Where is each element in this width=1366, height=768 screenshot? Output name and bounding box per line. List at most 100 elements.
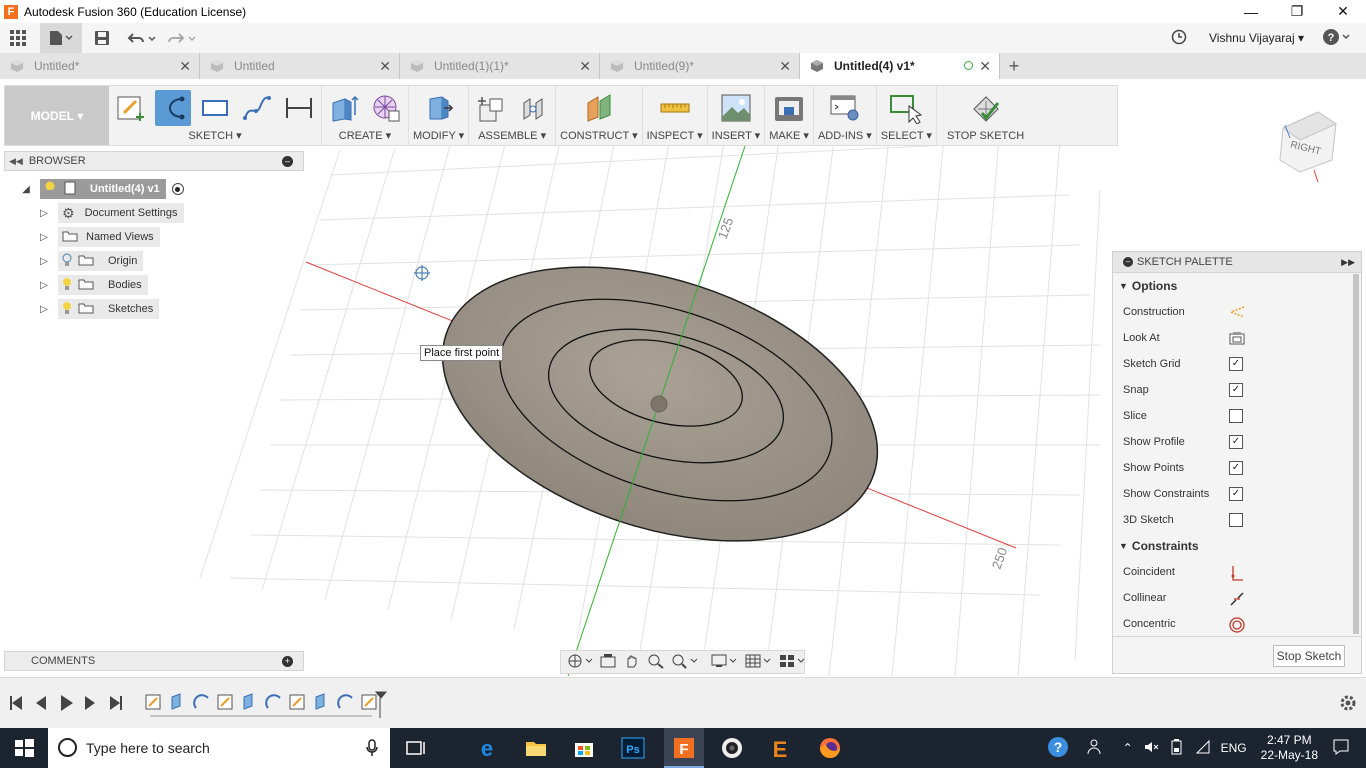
show-profile-checkbox[interactable]: ✓ <box>1229 435 1243 449</box>
insert-menu[interactable]: INSERT ▾ <box>712 130 761 145</box>
minimize-button[interactable]: — <box>1228 0 1274 23</box>
browser-item-sketches[interactable]: ▷ Sketches <box>38 299 160 319</box>
browser-root-node[interactable]: Untitled(4) v1 <box>40 179 166 199</box>
named-views-node[interactable]: Named Views <box>58 227 160 247</box>
e-app-icon[interactable]: E <box>768 736 792 762</box>
stop-sketch-icon[interactable] <box>968 90 1004 126</box>
browser-panel-header[interactable]: ◀◀ BROWSER – <box>4 151 304 171</box>
fit-zoom-icon[interactable] <box>671 653 699 672</box>
option-show-points[interactable]: Show Points ✓ <box>1113 455 1361 481</box>
option-snap[interactable]: Snap ✓ <box>1113 377 1361 403</box>
windows-start-icon[interactable] <box>12 736 36 760</box>
workspace-switcher[interactable]: MODEL ▾ <box>5 86 109 145</box>
lightbulb-icon[interactable] <box>44 181 56 198</box>
collapse-browser-icon[interactable]: ◀◀ <box>9 156 23 167</box>
redo-icon[interactable] <box>162 23 202 53</box>
look-at-nav-icon[interactable] <box>599 653 617 672</box>
file-explorer-icon[interactable] <box>524 736 548 760</box>
add-comment-icon[interactable]: + <box>282 656 293 667</box>
expand-arrow-icon[interactable]: ▷ <box>38 208 50 219</box>
close-tab-icon[interactable]: ✕ <box>979 58 991 75</box>
lightbulb-icon[interactable] <box>62 301 72 318</box>
expand-arrow-icon[interactable]: ▷ <box>38 304 50 315</box>
stop-sketch-button[interactable]: STOP SKETCH <box>947 130 1024 145</box>
lightbulb-off-icon[interactable] <box>62 253 72 270</box>
user-account-menu[interactable]: Vishnu Vijayaraj ▾ <box>1209 31 1304 45</box>
make-menu[interactable]: MAKE ▾ <box>769 130 809 145</box>
show-hidden-icons-chevron-icon[interactable]: ⌃ <box>1123 741 1133 755</box>
construction-icon[interactable] <box>1228 305 1245 319</box>
assemble-menu[interactable]: ASSEMBLE ▾ <box>478 130 546 145</box>
close-tab-icon[interactable]: ✕ <box>179 58 191 75</box>
addins-menu[interactable]: ADD-INS ▾ <box>818 130 872 145</box>
microphone-icon[interactable] <box>366 739 378 760</box>
rectangle-tool-icon[interactable] <box>197 90 233 126</box>
show-points-checkbox[interactable]: ✓ <box>1229 461 1243 475</box>
inspect-menu[interactable]: INSPECT ▾ <box>647 130 703 145</box>
grid-settings-icon[interactable] <box>745 653 773 672</box>
palette-minimize-icon[interactable]: – <box>1123 257 1133 267</box>
constraint-coincident[interactable]: Coincident <box>1113 559 1361 585</box>
browser-item-bodies[interactable]: ▷ Bodies <box>38 275 148 295</box>
undo-icon[interactable] <box>122 23 162 53</box>
save-icon[interactable] <box>82 23 122 53</box>
palette-stop-sketch-button[interactable]: Stop Sketch <box>1273 645 1345 667</box>
option-construction[interactable]: Construction <box>1113 299 1361 325</box>
create-menu[interactable]: CREATE ▾ <box>339 130 391 145</box>
select-tool-icon[interactable] <box>888 90 924 126</box>
offset-plane-icon[interactable] <box>581 90 617 126</box>
scripts-addins-icon[interactable] <box>827 90 863 126</box>
timeline-playback-controls[interactable] <box>10 695 122 711</box>
create-sketch-icon[interactable] <box>113 90 149 126</box>
job-status-clock-icon[interactable] <box>1171 29 1187 48</box>
sketch-menu[interactable]: SKETCH ▾ <box>188 130 241 145</box>
expand-arrow-icon[interactable]: ▷ <box>38 232 50 243</box>
tab-untitled-4-active[interactable]: Untitled(4) v1* ✕ <box>800 53 1000 79</box>
help-icon[interactable]: ? <box>1322 28 1352 49</box>
option-show-profile[interactable]: Show Profile ✓ <box>1113 429 1361 455</box>
3d-sketch-checkbox[interactable] <box>1229 513 1243 527</box>
new-component-icon[interactable] <box>473 90 509 126</box>
press-pull-icon[interactable] <box>421 90 457 126</box>
tab-untitled-1-1[interactable]: Untitled(1)(1)* ✕ <box>400 53 600 79</box>
extrude-icon[interactable] <box>326 90 362 126</box>
edge-browser-icon[interactable]: e <box>475 736 499 761</box>
timeline-features[interactable] <box>145 693 377 717</box>
construct-menu[interactable]: CONSTRUCT ▾ <box>560 130 637 145</box>
close-tab-icon[interactable]: ✕ <box>379 58 391 75</box>
insert-image-icon[interactable] <box>718 90 754 126</box>
sketches-node[interactable]: Sketches <box>58 299 160 319</box>
expand-arrow-icon[interactable]: ▷ <box>38 256 50 267</box>
display-settings-icon[interactable] <box>711 653 739 672</box>
view-cube[interactable]: RIGHT <box>1279 111 1338 183</box>
task-view-icon[interactable] <box>404 736 428 760</box>
option-show-constraints[interactable]: Show Constraints ✓ <box>1113 481 1361 507</box>
tab-untitled-2[interactable]: Untitled ✕ <box>200 53 400 79</box>
constraints-section-header[interactable]: ▼ Constraints <box>1113 533 1361 559</box>
expand-palette-icon[interactable]: ▶▶ <box>1341 257 1355 268</box>
zoom-icon[interactable] <box>647 653 665 672</box>
slice-checkbox[interactable] <box>1229 409 1243 423</box>
coincident-icon[interactable] <box>1229 565 1243 581</box>
action-center-icon[interactable] <box>1332 738 1350 759</box>
photoshop-icon[interactable]: Ps <box>621 736 645 760</box>
comments-panel[interactable]: COMMENTS + <box>4 651 304 671</box>
expand-arrow-icon[interactable]: ▷ <box>38 280 50 291</box>
battery-icon[interactable] <box>1169 738 1185 758</box>
new-tab-button[interactable]: + <box>1000 53 1028 79</box>
options-section-header[interactable]: ▼ Options <box>1113 273 1361 299</box>
origin-point-icon[interactable] <box>650 395 668 413</box>
collapse-arrow-icon[interactable]: ◢ <box>20 184 32 195</box>
browser-item-origin[interactable]: ▷ Origin <box>38 251 144 271</box>
look-at-icon[interactable] <box>1229 331 1245 345</box>
firefox-icon[interactable] <box>818 736 842 760</box>
timeline-marker-icon[interactable] <box>374 691 388 718</box>
joint-icon[interactable] <box>515 90 551 126</box>
tab-untitled-9[interactable]: Untitled(9)* ✕ <box>600 53 800 79</box>
modify-menu[interactable]: MODIFY ▾ <box>413 130 464 145</box>
measure-icon[interactable] <box>657 90 693 126</box>
people-icon[interactable] <box>1087 738 1105 759</box>
browser-root-row[interactable]: ◢ Untitled(4) v1 <box>20 179 184 199</box>
select-menu[interactable]: SELECT ▾ <box>881 130 932 145</box>
camera-app-icon[interactable] <box>720 736 744 760</box>
